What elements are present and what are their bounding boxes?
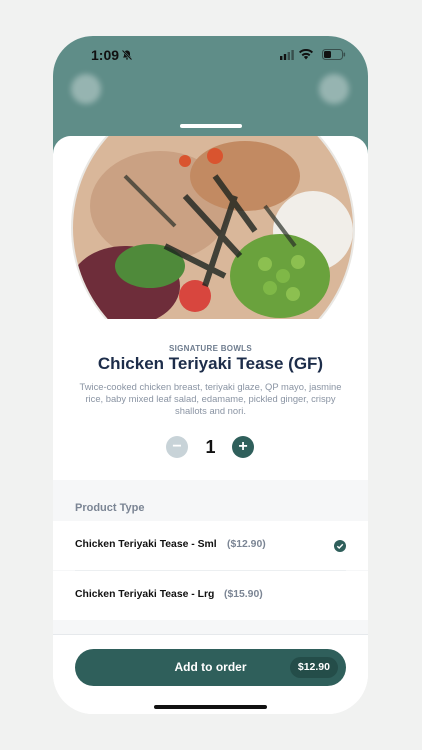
product-description: Twice-cooked chicken breast, teriyaki gl… (79, 381, 342, 416)
product-type-section: Product Type Chicken Teriyaki Tease - Sm… (53, 480, 368, 634)
check-circle-icon (334, 540, 346, 552)
bell-slash-icon (121, 49, 133, 61)
product-sheet: SIGNATURE BOWLS Chicken Teriyaki Tease (… (53, 136, 368, 714)
add-to-order-button[interactable]: Add to order $12.90 (75, 649, 346, 686)
brand-logo (171, 80, 251, 114)
product-category: SIGNATURE BOWLS (168, 344, 252, 353)
battery-icon (322, 49, 346, 60)
option-name: Chicken Teriyaki Tease - Sml (75, 539, 217, 550)
food-bowl-image (65, 136, 355, 319)
cellular-signal-icon (280, 50, 294, 60)
close-button[interactable] (319, 74, 349, 104)
increase-quantity-button[interactable]: + (232, 436, 254, 458)
option-large[interactable]: Chicken Teriyaki Tease - Lrg ($15.90) (53, 571, 368, 620)
footer-divider (53, 634, 368, 635)
option-name: Chicken Teriyaki Tease - Lrg (75, 589, 215, 600)
sheet-drag-handle[interactable] (180, 124, 242, 128)
option-small[interactable]: Chicken Teriyaki Tease - Sml ($12.90) (53, 521, 368, 570)
back-button[interactable] (71, 74, 101, 104)
app-screen: 1:09 SIGNATURE BOWLS Chicken Teriyaki Te… (53, 36, 368, 714)
wifi-icon (299, 48, 313, 60)
quantity-value: 1 (205, 437, 216, 457)
home-indicator (154, 705, 267, 709)
order-total-badge: $12.90 (289, 657, 338, 678)
product-title: Chicken Teriyaki Tease (GF) (97, 354, 324, 373)
decrease-quantity-button[interactable]: − (166, 436, 188, 458)
option-price: ($12.90) (227, 539, 266, 550)
section-label: Product Type (75, 502, 145, 514)
option-price: ($15.90) (224, 589, 263, 600)
status-time: 1:09 (91, 47, 120, 63)
status-bar: 1:09 (53, 36, 368, 76)
